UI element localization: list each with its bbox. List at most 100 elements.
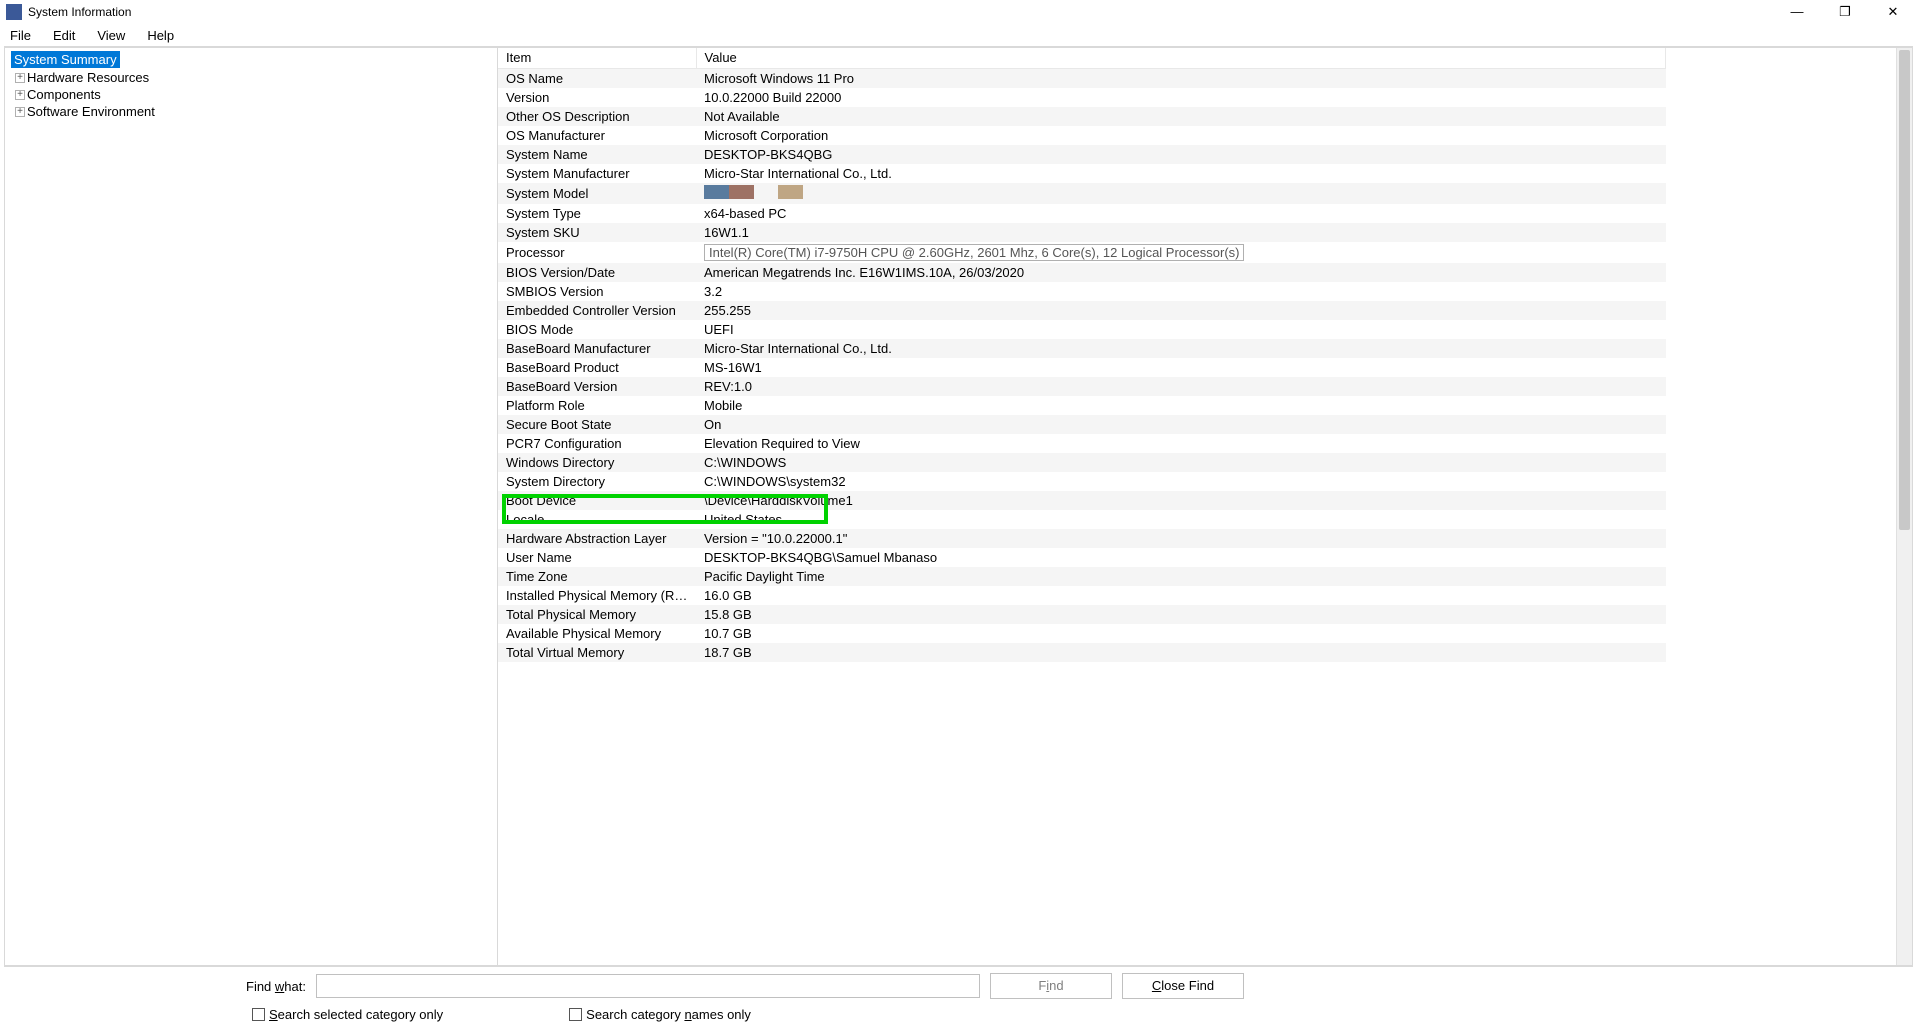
minimize-button[interactable]: — xyxy=(1785,4,1809,20)
processor-tooltip: Intel(R) Core(TM) i7-9750H CPU @ 2.60GHz… xyxy=(704,244,1244,261)
table-row[interactable]: BIOS Version/DateAmerican Megatrends Inc… xyxy=(498,263,1666,282)
item-cell: System Directory xyxy=(498,472,696,491)
value-cell: Pacific Daylight Time xyxy=(696,567,1666,586)
table-row[interactable]: Embedded Controller Version255.255 xyxy=(498,301,1666,320)
value-cell: Elevation Required to View xyxy=(696,434,1666,453)
item-cell: BIOS Mode xyxy=(498,320,696,339)
table-row[interactable]: BIOS ModeUEFI xyxy=(498,320,1666,339)
value-cell: UEFI xyxy=(696,320,1666,339)
tree-item-components[interactable]: + Components xyxy=(5,86,497,103)
table-row[interactable]: System Typex64-based PC xyxy=(498,204,1666,223)
find-label: Find what: xyxy=(246,979,306,994)
close-button[interactable]: ✕ xyxy=(1881,4,1905,20)
checkbox-icon[interactable] xyxy=(569,1008,582,1021)
search-selected-category-checkbox[interactable]: Search selected category only xyxy=(252,1007,443,1022)
checkbox-icon[interactable] xyxy=(252,1008,265,1021)
table-row[interactable]: System Model xyxy=(498,183,1666,204)
column-header-value[interactable]: Value xyxy=(696,48,1666,69)
value-cell: C:\WINDOWS xyxy=(696,453,1666,472)
list-body[interactable]: Item Value OS NameMicrosoft Windows 11 P… xyxy=(498,48,1896,965)
table-row[interactable]: System ManufacturerMicro-Star Internatio… xyxy=(498,164,1666,183)
expander-icon[interactable]: + xyxy=(15,73,25,83)
tree-pane[interactable]: System Summary + Hardware Resources + Co… xyxy=(4,47,498,966)
value-cell: Version = "10.0.22000.1" xyxy=(696,529,1666,548)
table-row[interactable]: Hardware Abstraction LayerVersion = "10.… xyxy=(498,529,1666,548)
expander-icon[interactable]: + xyxy=(15,90,25,100)
tree-item-software-environment[interactable]: + Software Environment xyxy=(5,103,497,120)
value-cell: On xyxy=(696,415,1666,434)
table-row[interactable]: System SKU16W1.1 xyxy=(498,223,1666,242)
item-cell: Total Physical Memory xyxy=(498,605,696,624)
details-table: Item Value OS NameMicrosoft Windows 11 P… xyxy=(498,48,1666,662)
item-cell: Time Zone xyxy=(498,567,696,586)
table-row[interactable]: Other OS DescriptionNot Available xyxy=(498,107,1666,126)
menu-file[interactable]: File xyxy=(6,26,35,45)
value-cell: Mobile xyxy=(696,396,1666,415)
table-row[interactable]: Processor Intel(R) Core(TM) i7-9750H CPU … xyxy=(498,242,1666,263)
vertical-scrollbar[interactable] xyxy=(1896,48,1912,965)
value-cell: Microsoft Corporation xyxy=(696,126,1666,145)
close-find-button[interactable]: Close Find xyxy=(1122,973,1244,999)
table-row[interactable]: BaseBoard ManufacturerMicro-Star Interna… xyxy=(498,339,1666,358)
table-row[interactable]: LocaleUnited States xyxy=(498,510,1666,529)
table-row[interactable]: OS NameMicrosoft Windows 11 Pro xyxy=(498,69,1666,89)
menu-view[interactable]: View xyxy=(93,26,129,45)
table-row[interactable]: Installed Physical Memory (RA...16.0 GB xyxy=(498,586,1666,605)
item-cell: SMBIOS Version xyxy=(498,282,696,301)
tree-item-label: Hardware Resources xyxy=(27,70,149,85)
table-row[interactable]: OS ManufacturerMicrosoft Corporation xyxy=(498,126,1666,145)
table-row[interactable]: Total Physical Memory15.8 GB xyxy=(498,605,1666,624)
value-cell: 255.255 xyxy=(696,301,1666,320)
table-row[interactable]: User NameDESKTOP-BKS4QBG\Samuel Mbanaso xyxy=(498,548,1666,567)
find-button[interactable]: Find xyxy=(990,973,1112,999)
scroll-thumb[interactable] xyxy=(1899,50,1910,530)
table-row[interactable]: Available Physical Memory10.7 GB xyxy=(498,624,1666,643)
tree-item-hardware-resources[interactable]: + Hardware Resources xyxy=(5,69,497,86)
menubar: File Edit View Help xyxy=(0,24,1917,46)
value-cell: \Device\HarddiskVolume1 xyxy=(696,491,1666,510)
table-row[interactable]: Boot Device\Device\HarddiskVolume1 xyxy=(498,491,1666,510)
table-row[interactable]: Secure Boot StateOn xyxy=(498,415,1666,434)
menu-help[interactable]: Help xyxy=(143,26,178,45)
value-cell: 16.0 GB xyxy=(696,586,1666,605)
item-cell: Hardware Abstraction Layer xyxy=(498,529,696,548)
table-row[interactable]: Windows DirectoryC:\WINDOWS xyxy=(498,453,1666,472)
maximize-button[interactable]: ❐ xyxy=(1833,4,1857,20)
value-cell: DESKTOP-BKS4QBG xyxy=(696,145,1666,164)
item-cell: BaseBoard Version xyxy=(498,377,696,396)
window-controls: — ❐ ✕ xyxy=(1785,4,1911,20)
item-cell: Platform Role xyxy=(498,396,696,415)
item-cell: Version xyxy=(498,88,696,107)
value-cell: 10.0.22000 Build 22000 xyxy=(696,88,1666,107)
expander-icon[interactable]: + xyxy=(15,107,25,117)
table-row[interactable]: BaseBoard VersionREV:1.0 xyxy=(498,377,1666,396)
app-icon xyxy=(6,4,22,20)
item-cell: BaseBoard Product xyxy=(498,358,696,377)
table-row[interactable]: SMBIOS Version3.2 xyxy=(498,282,1666,301)
table-row[interactable]: Time ZonePacific Daylight Time xyxy=(498,567,1666,586)
list-pane: Item Value OS NameMicrosoft Windows 11 P… xyxy=(498,47,1913,966)
item-cell: OS Manufacturer xyxy=(498,126,696,145)
find-input[interactable] xyxy=(316,974,980,998)
item-cell: Available Physical Memory xyxy=(498,624,696,643)
item-cell: Secure Boot State xyxy=(498,415,696,434)
table-row[interactable]: System NameDESKTOP-BKS4QBG xyxy=(498,145,1666,164)
tree-item-system-summary[interactable]: System Summary xyxy=(5,50,497,69)
value-cell: 10.7 GB xyxy=(696,624,1666,643)
item-cell: Installed Physical Memory (RA... xyxy=(498,586,696,605)
table-row[interactable]: Platform RoleMobile xyxy=(498,396,1666,415)
table-row[interactable]: System DirectoryC:\WINDOWS\system32 xyxy=(498,472,1666,491)
findbar: Find what: Find Close Find Search select… xyxy=(0,967,1917,1028)
item-cell: Processor xyxy=(498,242,696,263)
table-row[interactable]: Total Virtual Memory18.7 GB xyxy=(498,643,1666,662)
table-row[interactable]: Version10.0.22000 Build 22000 xyxy=(498,88,1666,107)
table-row[interactable]: PCR7 ConfigurationElevation Required to … xyxy=(498,434,1666,453)
column-header-item[interactable]: Item xyxy=(498,48,696,69)
search-category-names-checkbox[interactable]: Search category names only xyxy=(569,1007,751,1022)
item-cell: Windows Directory xyxy=(498,453,696,472)
item-cell: System Name xyxy=(498,145,696,164)
item-cell: System Manufacturer xyxy=(498,164,696,183)
table-row[interactable]: BaseBoard ProductMS-16W1 xyxy=(498,358,1666,377)
menu-edit[interactable]: Edit xyxy=(49,26,79,45)
window-title: System Information xyxy=(28,5,131,19)
